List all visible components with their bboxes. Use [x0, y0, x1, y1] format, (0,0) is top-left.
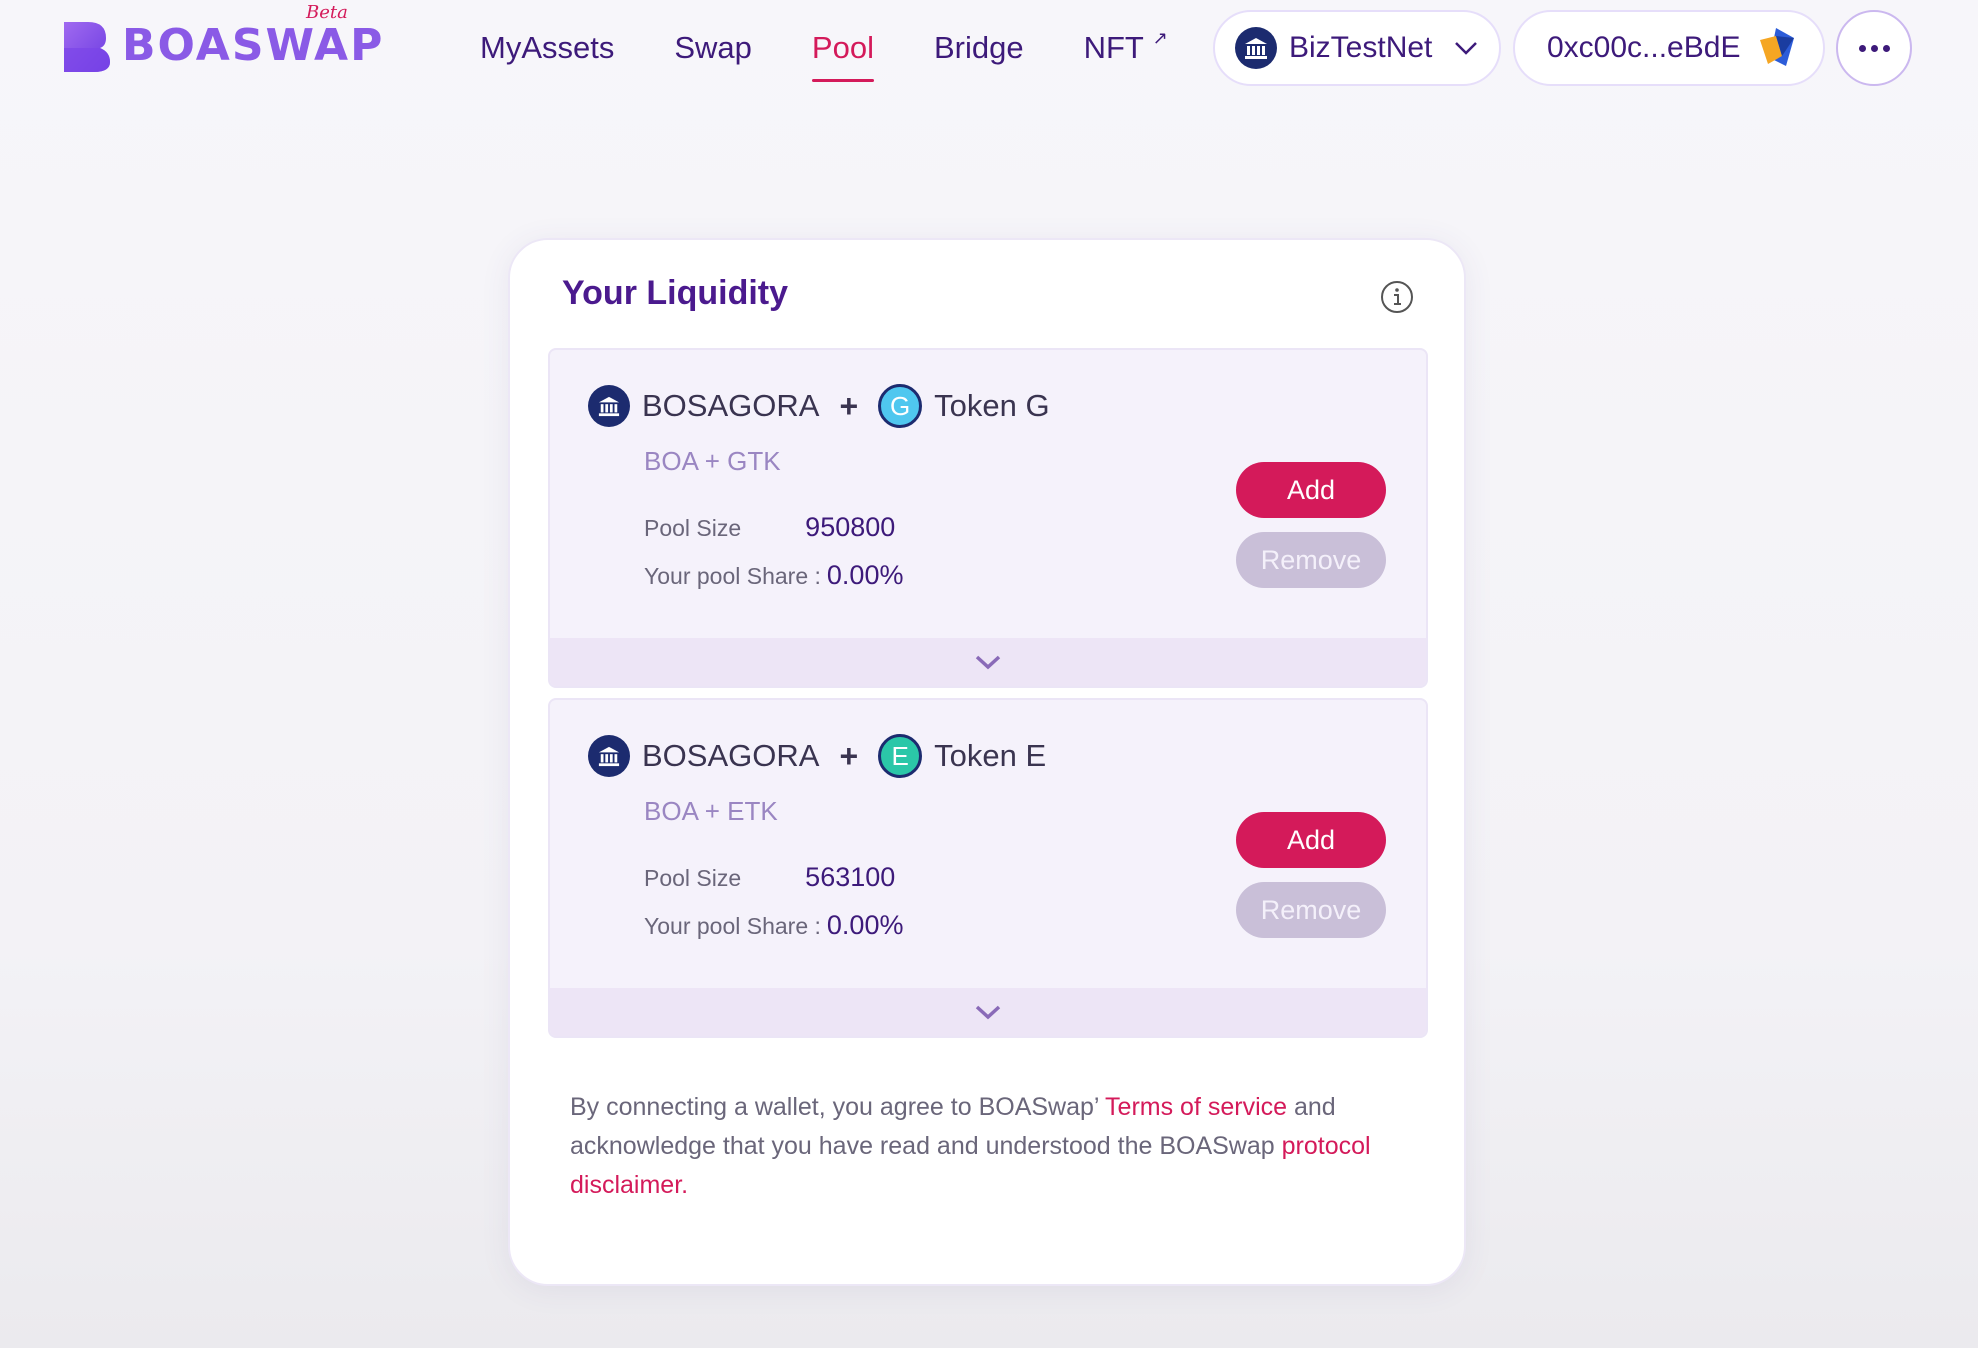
- pool-size-value: 563100: [805, 862, 896, 892]
- nav-nft[interactable]: NFT ↗: [1083, 24, 1168, 76]
- account-address: 0xc00c...eBdE: [1547, 31, 1741, 64]
- disclaimer-text-1: By connecting a wallet, you agree to BOA…: [570, 1093, 1106, 1121]
- token-b-name: Token E: [934, 738, 1047, 773]
- network-selector[interactable]: BizTestNet: [1213, 10, 1501, 86]
- wallet-avatar-icon: [1760, 28, 1795, 66]
- add-liquidity-button[interactable]: Add: [1236, 462, 1386, 518]
- info-icon[interactable]: [1380, 280, 1414, 314]
- network-label: BizTestNet: [1289, 31, 1433, 64]
- top-header: BOASWAP Beta MyAssets Swap Pool Bridge N…: [0, 0, 1978, 100]
- pool-share-label: Your pool Share :: [644, 563, 821, 589]
- nav-swap[interactable]: Swap: [674, 24, 752, 76]
- chevron-down-icon: [975, 1005, 1001, 1020]
- pair-symbol: BOA + ETK: [644, 796, 778, 826]
- terms-of-service-link[interactable]: Terms of service: [1105, 1093, 1287, 1121]
- add-liquidity-button[interactable]: Add: [1236, 812, 1386, 868]
- token-e-icon: E: [878, 734, 923, 778]
- main-nav: MyAssets Swap Pool Bridge NFT ↗: [480, 24, 1204, 82]
- pool-item: BOSAGORA + G Token G BOA + GTK Pool Size…: [548, 348, 1428, 688]
- pair-symbol: BOA + GTK: [644, 446, 781, 476]
- wallet-disclaimer: By connecting a wallet, you agree to BOA…: [570, 1088, 1420, 1205]
- token-b-name: Token G: [934, 388, 1050, 423]
- pool-size-row: Pool Size 563100: [644, 862, 895, 893]
- logo[interactable]: BOASWAP: [60, 18, 384, 74]
- nav-pool[interactable]: Pool: [811, 24, 875, 82]
- logo-text: BOASWAP: [122, 20, 385, 71]
- beta-badge: Beta: [306, 2, 348, 23]
- nav-nft-label: NFT: [1083, 30, 1144, 65]
- remove-liquidity-button[interactable]: Remove: [1236, 532, 1386, 588]
- bank-icon: [588, 385, 630, 427]
- pool-size-label: Pool Size: [644, 865, 742, 891]
- pool-share-row: Your pool Share : 0.00%: [644, 910, 903, 941]
- liquidity-card: Your Liquidity BOSAGORA + G Token G BOA …: [508, 238, 1466, 1286]
- pool-share-row: Your pool Share : 0.00%: [644, 560, 903, 591]
- chevron-down-icon: [1455, 42, 1478, 55]
- expand-toggle[interactable]: [550, 988, 1426, 1036]
- pool-pair: BOSAGORA + G Token G: [588, 384, 1050, 428]
- plus-icon: +: [839, 387, 859, 424]
- external-link-icon: ↗: [1152, 28, 1168, 48]
- logo-icon: [64, 22, 110, 72]
- card-title: Your Liquidity: [562, 274, 789, 312]
- token-a-name: BOSAGORA: [642, 738, 820, 773]
- more-button[interactable]: [1836, 10, 1912, 86]
- pool-pair: BOSAGORA + E Token E: [588, 734, 1046, 778]
- pool-share-value: 0.00%: [826, 910, 904, 940]
- pool-size-label: Pool Size: [644, 515, 742, 541]
- token-a-name: BOSAGORA: [642, 388, 820, 423]
- more-dots-icon: [1858, 44, 1890, 52]
- bank-icon: [1235, 27, 1277, 69]
- nav-bridge[interactable]: Bridge: [934, 24, 1024, 76]
- account-button[interactable]: 0xc00c...eBdE: [1513, 10, 1825, 86]
- nav-myassets[interactable]: MyAssets: [480, 24, 614, 76]
- pool-share-value: 0.00%: [826, 560, 904, 590]
- pool-size-value: 950800: [805, 512, 896, 542]
- bank-icon: [588, 735, 630, 777]
- plus-icon: +: [839, 737, 859, 774]
- pool-share-label: Your pool Share :: [644, 913, 821, 939]
- pool-size-row: Pool Size 950800: [644, 512, 895, 543]
- expand-toggle[interactable]: [550, 638, 1426, 686]
- token-g-icon: G: [878, 384, 923, 428]
- pool-item: BOSAGORA + E Token E BOA + ETK Pool Size…: [548, 698, 1428, 1038]
- chevron-down-icon: [975, 655, 1001, 670]
- remove-liquidity-button[interactable]: Remove: [1236, 882, 1386, 938]
